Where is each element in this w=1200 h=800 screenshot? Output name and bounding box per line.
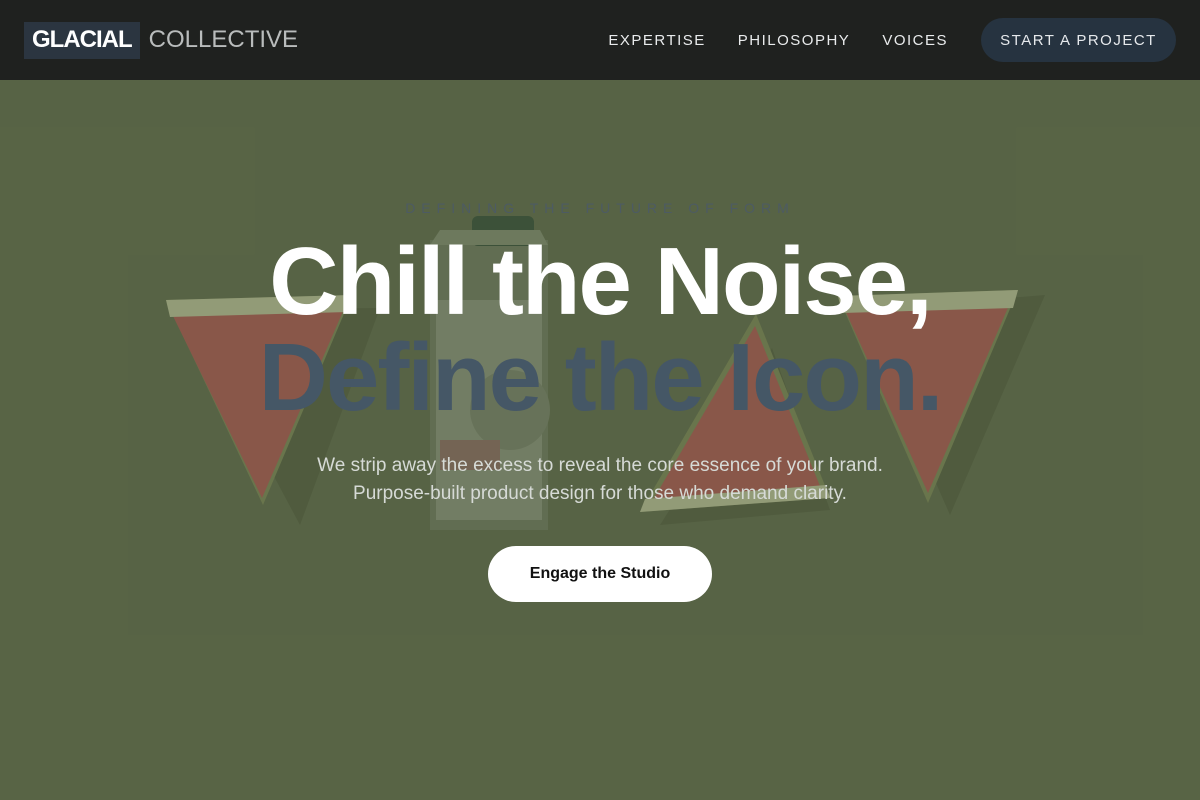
nav-link-philosophy[interactable]: PHILOSOPHY: [738, 32, 851, 49]
nav-link-voices[interactable]: VOICES: [882, 32, 948, 49]
hero-subtext-line-1: We strip away the excess to reveal the c…: [317, 455, 883, 476]
hero-subtext: We strip away the excess to reveal the c…: [0, 452, 1200, 508]
hero-eyebrow: DEFINING THE FUTURE OF FORM: [405, 200, 795, 216]
logo-mark: GLACIAL: [24, 21, 140, 59]
hero-section: DEFINING THE FUTURE OF FORM Chill the No…: [0, 80, 1200, 800]
nav-link-expertise[interactable]: EXPERTISE: [608, 32, 705, 49]
hero-content: DEFINING THE FUTURE OF FORM Chill the No…: [0, 80, 1200, 800]
top-navbar: GLACIAL COLLECTIVE EXPERTISE PHILOSOPHY …: [0, 0, 1200, 80]
engage-studio-button[interactable]: Engage the Studio: [488, 546, 712, 602]
brand-logo[interactable]: GLACIAL COLLECTIVE: [24, 21, 299, 59]
hero-headline-line-2: Define the Icon.: [258, 324, 944, 431]
start-project-button[interactable]: START A PROJECT: [981, 18, 1176, 62]
hero-headline-line-1: Chill the Noise,: [269, 228, 932, 335]
hero-subtext-line-2: Purpose-built product design for those w…: [353, 483, 847, 504]
logo-wordmark: COLLECTIVE: [148, 26, 299, 53]
primary-nav: EXPERTISE PHILOSOPHY VOICES START A PROJ…: [608, 18, 1176, 62]
